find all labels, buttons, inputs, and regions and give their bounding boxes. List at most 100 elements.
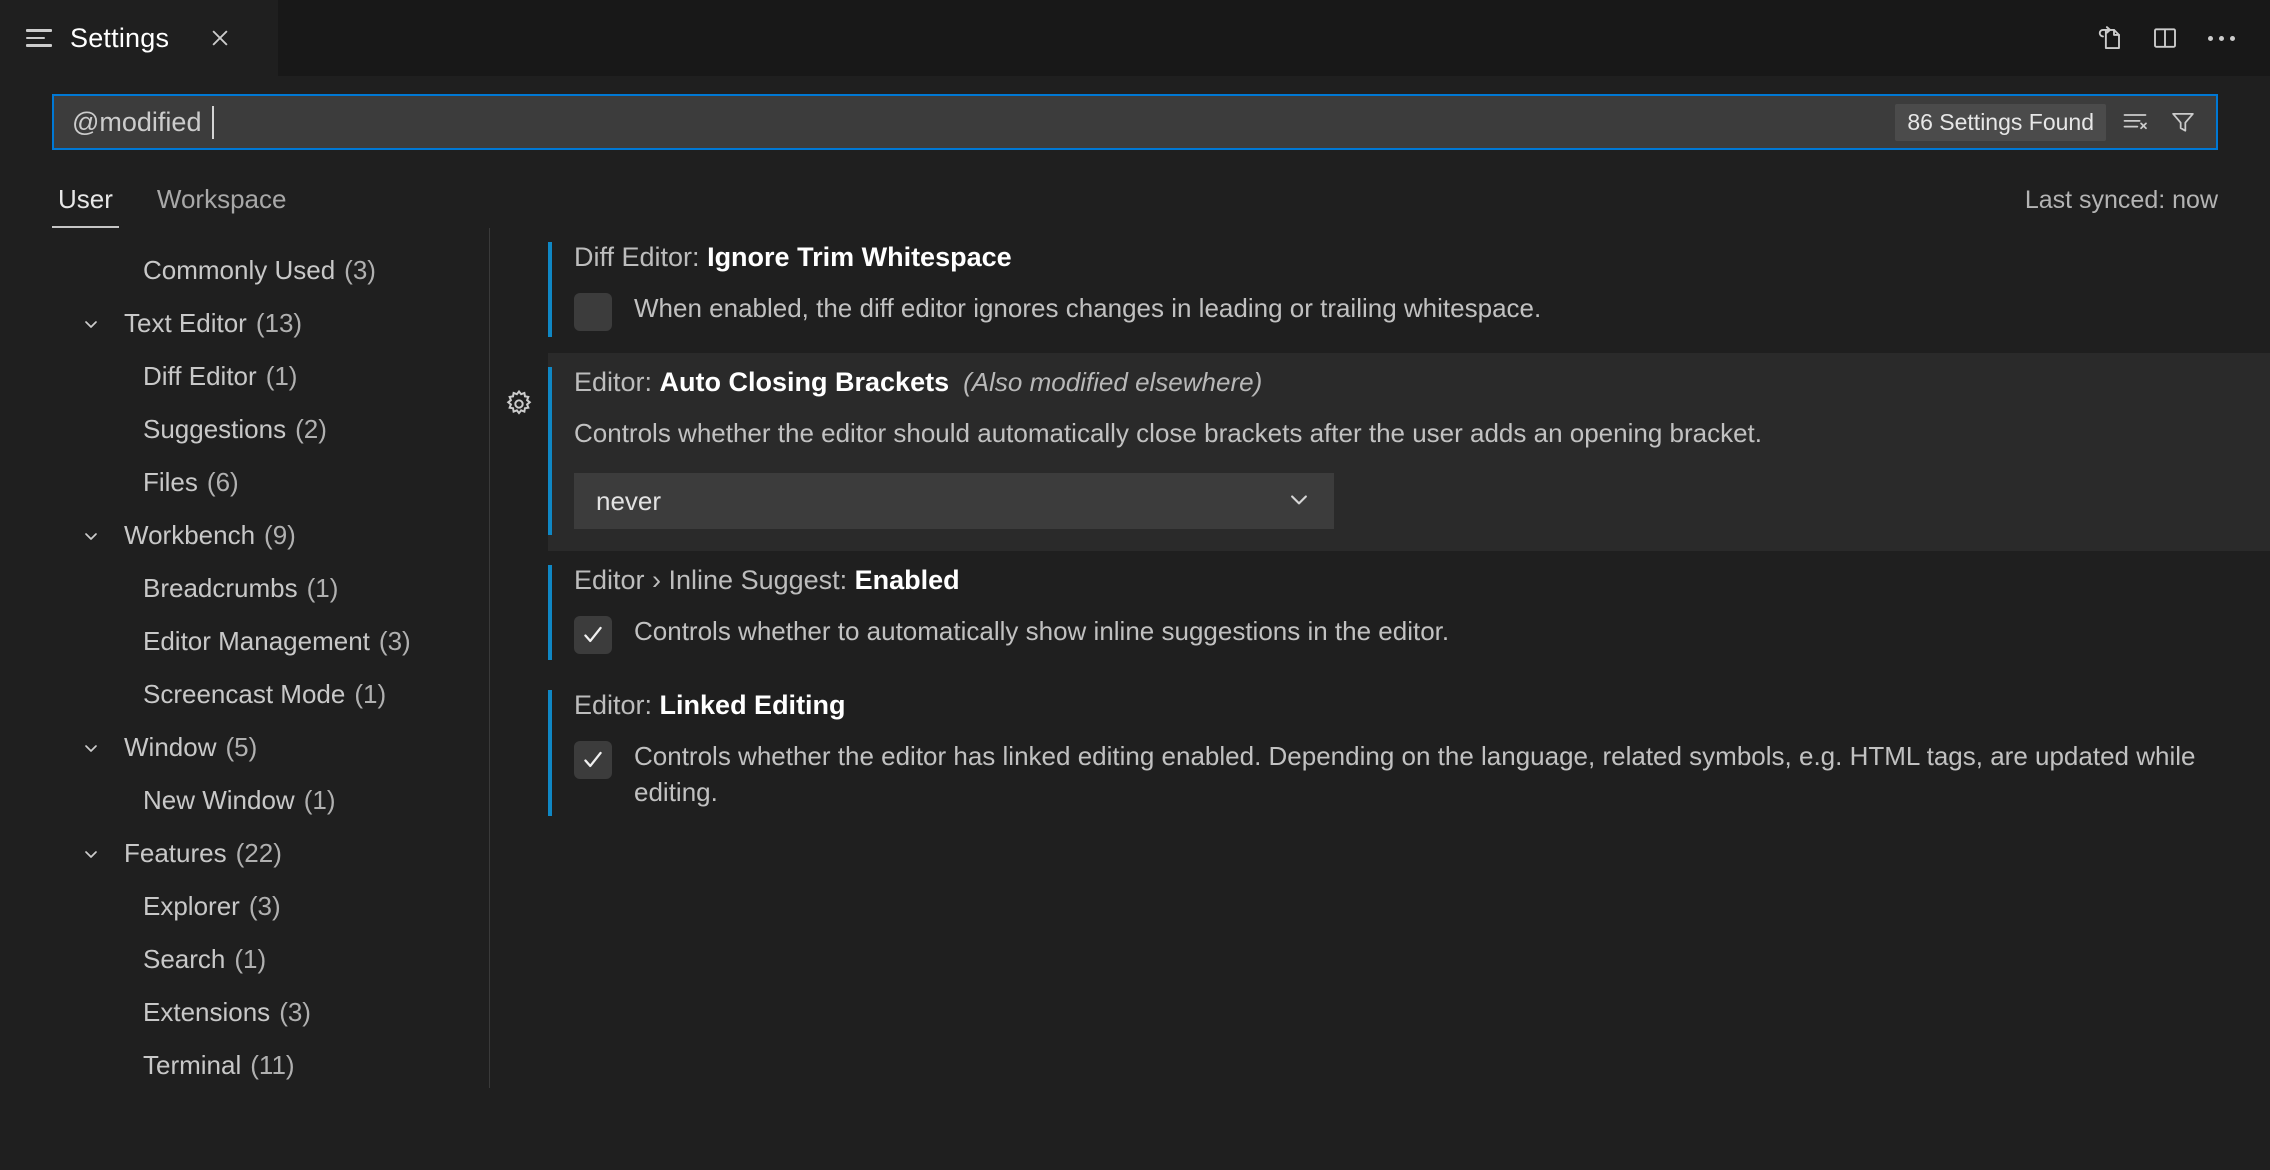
toc-item-count: (1) <box>265 361 298 391</box>
chevron-down-icon <box>1284 484 1314 519</box>
setting-name: Ignore Trim Whitespace <box>707 242 1012 272</box>
toc-item-count: (3) <box>344 255 376 285</box>
toc-item-label: Editor Management <box>143 626 370 656</box>
tab-settings[interactable]: Settings <box>0 0 278 76</box>
setting-category: Editor: <box>574 367 660 397</box>
toc-item-text-editor[interactable]: Text Editor (13) <box>0 297 489 350</box>
toc-item-suggestions[interactable]: Suggestions (2) <box>0 403 489 456</box>
setting-item[interactable]: Editor: Auto Closing Brackets (Also modif… <box>548 353 2270 552</box>
gear-icon[interactable] <box>502 387 536 421</box>
toc-item-label: Commonly Used <box>143 255 336 285</box>
toc-item-count: (1) <box>306 573 339 603</box>
toc-item-diff-editor[interactable]: Diff Editor (1) <box>0 350 489 403</box>
search-input[interactable]: @modified 86 Settings Found <box>52 94 2218 150</box>
toc-item-features[interactable]: Features (22) <box>0 827 489 880</box>
search-input-value: @modified <box>72 106 202 137</box>
toc-item-count: (9) <box>264 520 296 550</box>
toc-item-files[interactable]: Files (6) <box>0 456 489 509</box>
setting-note: (Also modified elsewhere) <box>963 367 1263 397</box>
setting-row: Editor: Auto Closing Brackets (Also modif… <box>490 353 2270 552</box>
toc-item-label: Files <box>143 467 198 497</box>
toc-item-count: (1) <box>303 785 336 815</box>
tab-bar-spacer <box>278 0 2086 76</box>
toc-item-workbench[interactable]: Workbench (9) <box>0 509 489 562</box>
settings-toc: Commonly Used (3) Text Editor (13) Diff Edit… <box>0 228 490 1088</box>
settings-scope-tabs: User Workspace Last synced: now <box>0 166 2270 228</box>
toc-item-count: (1) <box>234 944 267 974</box>
setting-description: Controls whether the editor should autom… <box>574 418 1763 448</box>
toc-item-terminal[interactable]: Terminal (11) <box>0 1039 489 1088</box>
toc-item-count: (5) <box>225 732 258 762</box>
toc-item-breadcrumbs[interactable]: Breadcrumbs (1) <box>0 562 489 615</box>
chevron-down-icon[interactable] <box>78 735 104 761</box>
setting-checkbox[interactable] <box>574 741 612 780</box>
toc-item-label: Features <box>124 838 227 868</box>
setting-row: Diff Editor: Ignore Trim Whitespace When … <box>490 228 2270 353</box>
setting-category: Diff Editor: <box>574 242 708 272</box>
clear-settings-search-icon[interactable] <box>2114 101 2156 143</box>
close-icon[interactable] <box>201 19 239 57</box>
chevron-down-icon[interactable] <box>78 841 104 867</box>
toc-item-count: (11) <box>250 1050 295 1080</box>
setting-title: Editor › Inline Suggest: Enabled <box>574 565 2244 596</box>
setting-description: Controls whether to automatically show i… <box>634 616 1450 647</box>
toc-item-extensions[interactable]: Extensions (3) <box>0 986 489 1039</box>
split-editor-icon[interactable] <box>2142 15 2188 61</box>
toc-item-commonly-used[interactable]: Commonly Used (3) <box>0 244 489 297</box>
toc-item-label: Text Editor <box>124 308 247 338</box>
setting-category: Editor: <box>574 690 660 721</box>
setting-item[interactable]: Diff Editor: Ignore Trim Whitespace When … <box>548 228 2270 353</box>
toc-item-explorer[interactable]: Explorer (3) <box>0 880 489 933</box>
settings-body: Commonly Used (3) Text Editor (13) Diff Edit… <box>0 228 2270 1088</box>
toc-item-count: (2) <box>295 414 327 444</box>
toc-item-label: Search <box>143 944 226 974</box>
editor-tab-bar: Settings <box>0 0 2270 76</box>
search-action-icons <box>2114 101 2204 143</box>
sync-status: Last synced: now <box>2024 186 2218 214</box>
toc-item-window[interactable]: Window (5) <box>0 721 489 774</box>
setting-category: Editor › Inline Suggest: <box>574 565 855 596</box>
setting-name: Auto Closing Brackets <box>659 367 950 397</box>
modified-indicator <box>548 242 552 337</box>
toc-item-count: (13) <box>255 308 303 338</box>
tab-workspace[interactable]: Workspace <box>151 184 293 228</box>
setting-item[interactable]: Editor › Inline Suggest: Enabled Controls… <box>548 551 2270 676</box>
toc-item-label: Screencast Mode <box>143 679 346 709</box>
file-with-arrow-icon[interactable] <box>2086 15 2132 61</box>
setting-title: Editor: Auto Closing Brackets (Also modif… <box>574 367 2244 398</box>
toc-item-label: Extensions <box>143 997 271 1027</box>
editor-actions <box>2086 0 2270 76</box>
tab-label: Settings <box>70 22 170 53</box>
toc-item-new-window[interactable]: New Window (1) <box>0 774 489 827</box>
setting-description: When enabled, the diff editor ignores ch… <box>634 293 1542 323</box>
chevron-down-icon[interactable] <box>78 311 104 337</box>
modified-indicator <box>548 367 552 536</box>
toc-item-editor-management[interactable]: Editor Management (3) <box>0 615 489 668</box>
setting-checkbox[interactable] <box>574 616 612 655</box>
setting-name: Linked Editing <box>659 690 846 721</box>
chevron-down-icon[interactable] <box>78 523 104 549</box>
toc-item-label: Diff Editor <box>143 361 257 391</box>
tab-user[interactable]: User <box>52 184 119 228</box>
setting-row: Editor › Inline Suggest: Enabled Controls… <box>490 551 2270 676</box>
settings-items: Diff Editor: Ignore Trim Whitespace When … <box>490 228 2270 832</box>
tab-user-label: User <box>58 184 113 214</box>
setting-dropdown[interactable]: never <box>574 473 1334 530</box>
setting-item[interactable]: Editor: Linked Editing Controls whether t… <box>548 676 2270 832</box>
ellipsis-icon[interactable] <box>2198 15 2244 61</box>
toc-item-count: (3) <box>248 891 281 921</box>
setting-checkbox[interactable] <box>574 293 612 331</box>
setting-name: Enabled <box>854 565 960 596</box>
setting-row: Editor: Linked Editing Controls whether t… <box>490 676 2270 832</box>
toc-item-search[interactable]: Search (1) <box>0 933 489 986</box>
setting-description-row: When enabled, the diff editor ignores ch… <box>574 291 2244 331</box>
toc-item-count: (1) <box>354 679 387 709</box>
settings-search-row: @modified 86 Settings Found <box>0 76 2270 150</box>
toc-item-count: (3) <box>378 626 411 656</box>
funnel-filter-icon[interactable] <box>2162 101 2204 143</box>
toc-item-label: Suggestions <box>143 414 287 444</box>
toc-item-screencast-mode[interactable]: Screencast Mode (1) <box>0 668 489 721</box>
modified-indicator <box>548 565 552 661</box>
toc-item-count: (22) <box>235 838 282 868</box>
toc-item-count: (3) <box>279 997 311 1027</box>
